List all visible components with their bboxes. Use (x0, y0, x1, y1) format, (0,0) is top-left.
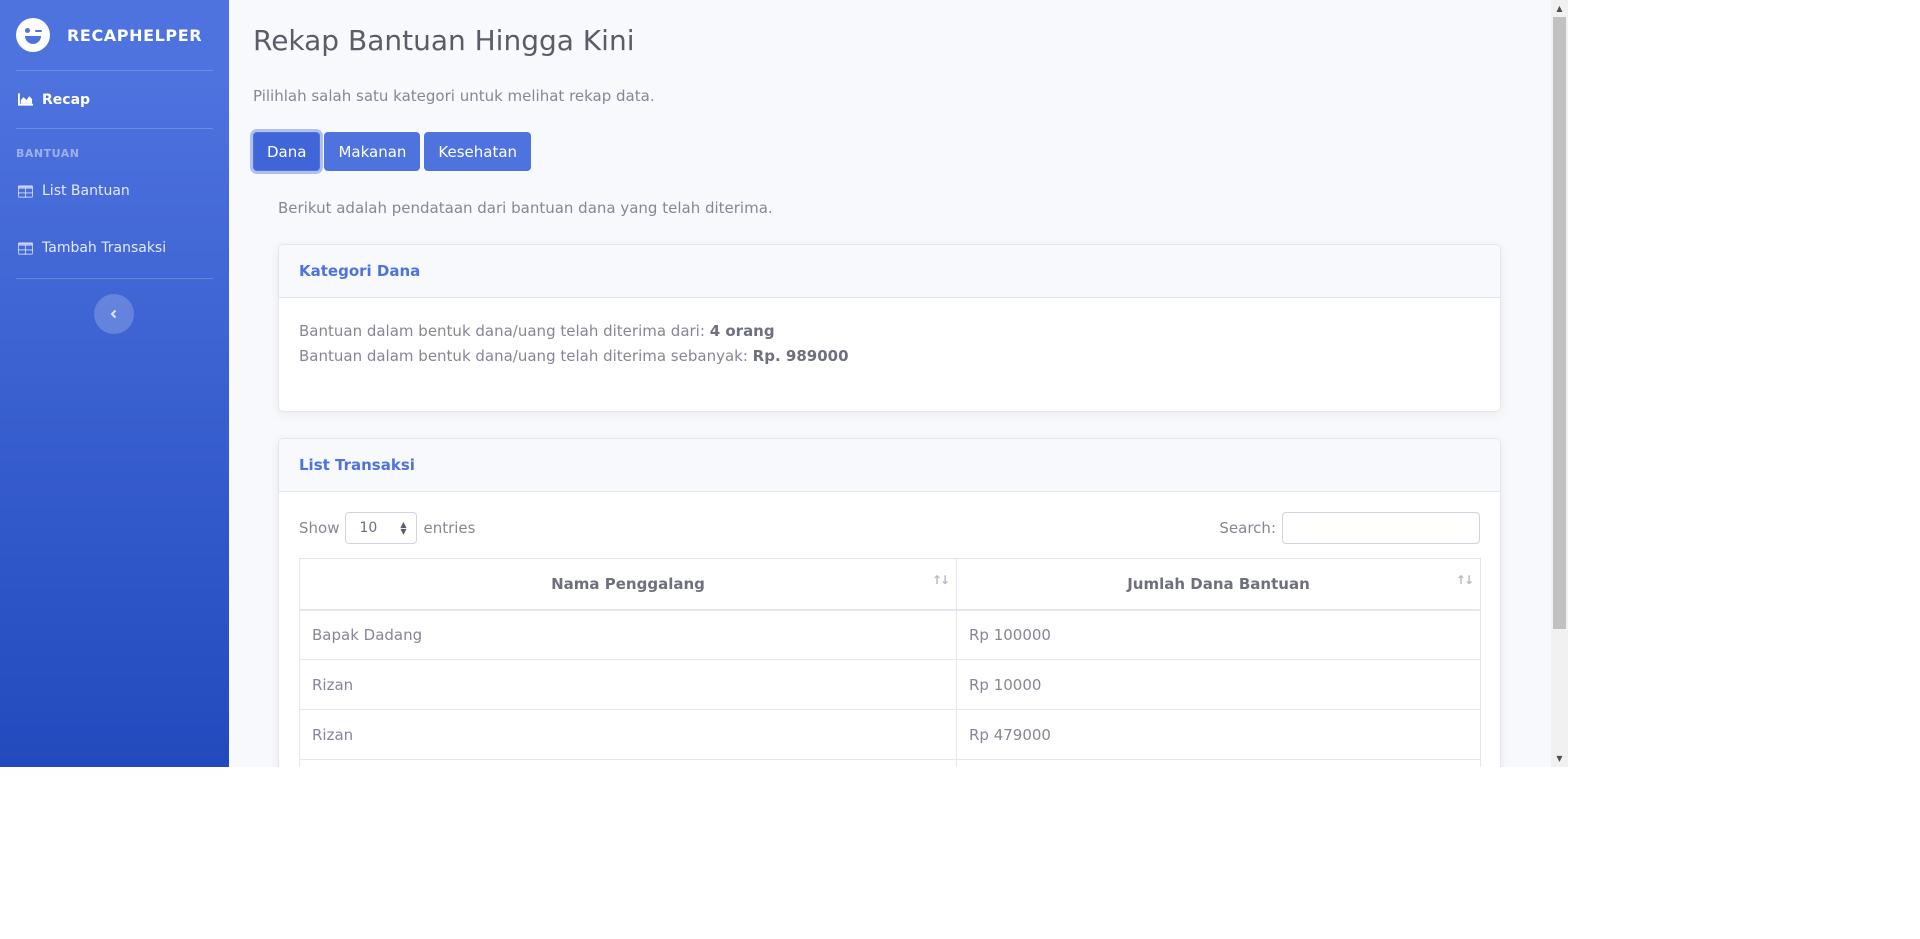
sidebar-item-list-bantuan[interactable]: List Bantuan (0, 164, 229, 218)
table-row (299, 759, 1481, 767)
search-input[interactable] (1282, 512, 1480, 544)
brand-name: RECAPHELPER (67, 25, 203, 45)
table-row: Rizan Rp 10000 (299, 659, 1481, 710)
summary-donors-value: 4 orang (709, 322, 775, 340)
entries-label: entries (423, 519, 476, 537)
category-buttons: Dana Makanan Kesehatan (253, 132, 532, 171)
transactions-table: Nama Penggalang ↑↓ Jumlah Dana Bantuan ↑… (299, 558, 1481, 767)
sidebar-item-label: List Bantuan (42, 183, 130, 199)
sidebar-item-tambah-transaksi[interactable]: Tambah Transaksi (0, 218, 229, 278)
summary-card: Kategori Dana Bantuan dalam bentuk dana/… (278, 244, 1501, 412)
vertical-scrollbar[interactable]: ▲ ▼ (1551, 0, 1568, 767)
page-description: Pilihlah salah satu kategori untuk melih… (253, 87, 655, 105)
scrollbar-thumb[interactable] (1553, 17, 1566, 629)
cell-jumlah: Rp 100000 (956, 609, 1481, 660)
cell-nama: Rizan (299, 709, 957, 760)
sidebar-divider (16, 278, 213, 279)
summary-amount-value: Rp. 989000 (752, 347, 849, 365)
scroll-down-icon[interactable]: ▼ (1551, 750, 1568, 767)
sidebar-item-label: Tambah Transaksi (42, 240, 167, 256)
summary-line-donors: Bantuan dalam bentuk dana/uang telah dit… (299, 319, 1480, 344)
cell-nama (299, 759, 957, 767)
table-icon (18, 241, 33, 255)
area-chart-icon (18, 93, 33, 106)
column-header-jumlah-dana[interactable]: Jumlah Dana Bantuan ↑↓ (956, 558, 1481, 611)
cell-nama: Rizan (299, 659, 957, 710)
browser-viewport: RECAPHELPER Recap BANTUAN List Bantuan T… (0, 0, 1568, 767)
transactions-card: List Transaksi Show 10 ▲ ▼ entries Search… (278, 438, 1501, 767)
info-text: Berikut adalah pendataan dari bantuan da… (278, 199, 773, 217)
show-entries: Show 10 ▲ ▼ entries (299, 512, 475, 544)
blank-area (0, 767, 1920, 939)
laugh-wink-icon (16, 18, 50, 52)
sidebar-toggle-button[interactable] (94, 294, 134, 334)
table-row: Bapak Dadang Rp 100000 (299, 609, 1481, 660)
main-content: Rekap Bantuan Hingga Kini Pilihlah salah… (229, 0, 1551, 767)
entries-select[interactable]: 10 ▲ ▼ (345, 512, 418, 544)
cell-jumlah (956, 759, 1481, 767)
scroll-up-icon[interactable]: ▲ (1551, 0, 1568, 17)
select-caret-icon: ▲ ▼ (400, 520, 407, 536)
summary-donors-label: Bantuan dalam bentuk dana/uang telah dit… (299, 322, 705, 340)
summary-line-amount: Bantuan dalam bentuk dana/uang telah dit… (299, 344, 1480, 369)
sidebar-item-label: Recap (42, 91, 91, 108)
sidebar-item-recap[interactable]: Recap (0, 71, 229, 128)
table-search: Search: (1219, 512, 1480, 544)
sort-icon: ↑↓ (1455, 573, 1474, 587)
table-controls: Show 10 ▲ ▼ entries Search: (299, 512, 1480, 558)
column-header-nama-penggalang[interactable]: Nama Penggalang ↑↓ (299, 558, 957, 611)
page-title: Rekap Bantuan Hingga Kini (253, 24, 635, 57)
summary-card-title: Kategori Dana (279, 245, 1500, 298)
table-icon (18, 184, 33, 198)
table-row: Rizan Rp 479000 (299, 709, 1481, 760)
sidebar: RECAPHELPER Recap BANTUAN List Bantuan T… (0, 0, 229, 767)
cell-jumlah: Rp 10000 (956, 659, 1481, 710)
cell-nama: Bapak Dadang (299, 609, 957, 660)
search-label: Search: (1219, 519, 1276, 537)
category-kesehatan-button[interactable]: Kesehatan (424, 132, 532, 171)
sidebar-brand[interactable]: RECAPHELPER (0, 0, 229, 70)
show-label: Show (299, 519, 340, 537)
cell-jumlah: Rp 479000 (956, 709, 1481, 760)
chevron-left-icon (110, 309, 117, 319)
summary-amount-label: Bantuan dalam bentuk dana/uang telah dit… (299, 347, 748, 365)
sort-icon: ↑↓ (931, 573, 950, 587)
entries-select-value: 10 (359, 520, 378, 536)
category-makanan-button[interactable]: Makanan (324, 132, 421, 171)
category-dana-button[interactable]: Dana (253, 132, 321, 171)
transactions-card-title: List Transaksi (279, 439, 1500, 492)
sidebar-heading: BANTUAN (16, 147, 80, 160)
